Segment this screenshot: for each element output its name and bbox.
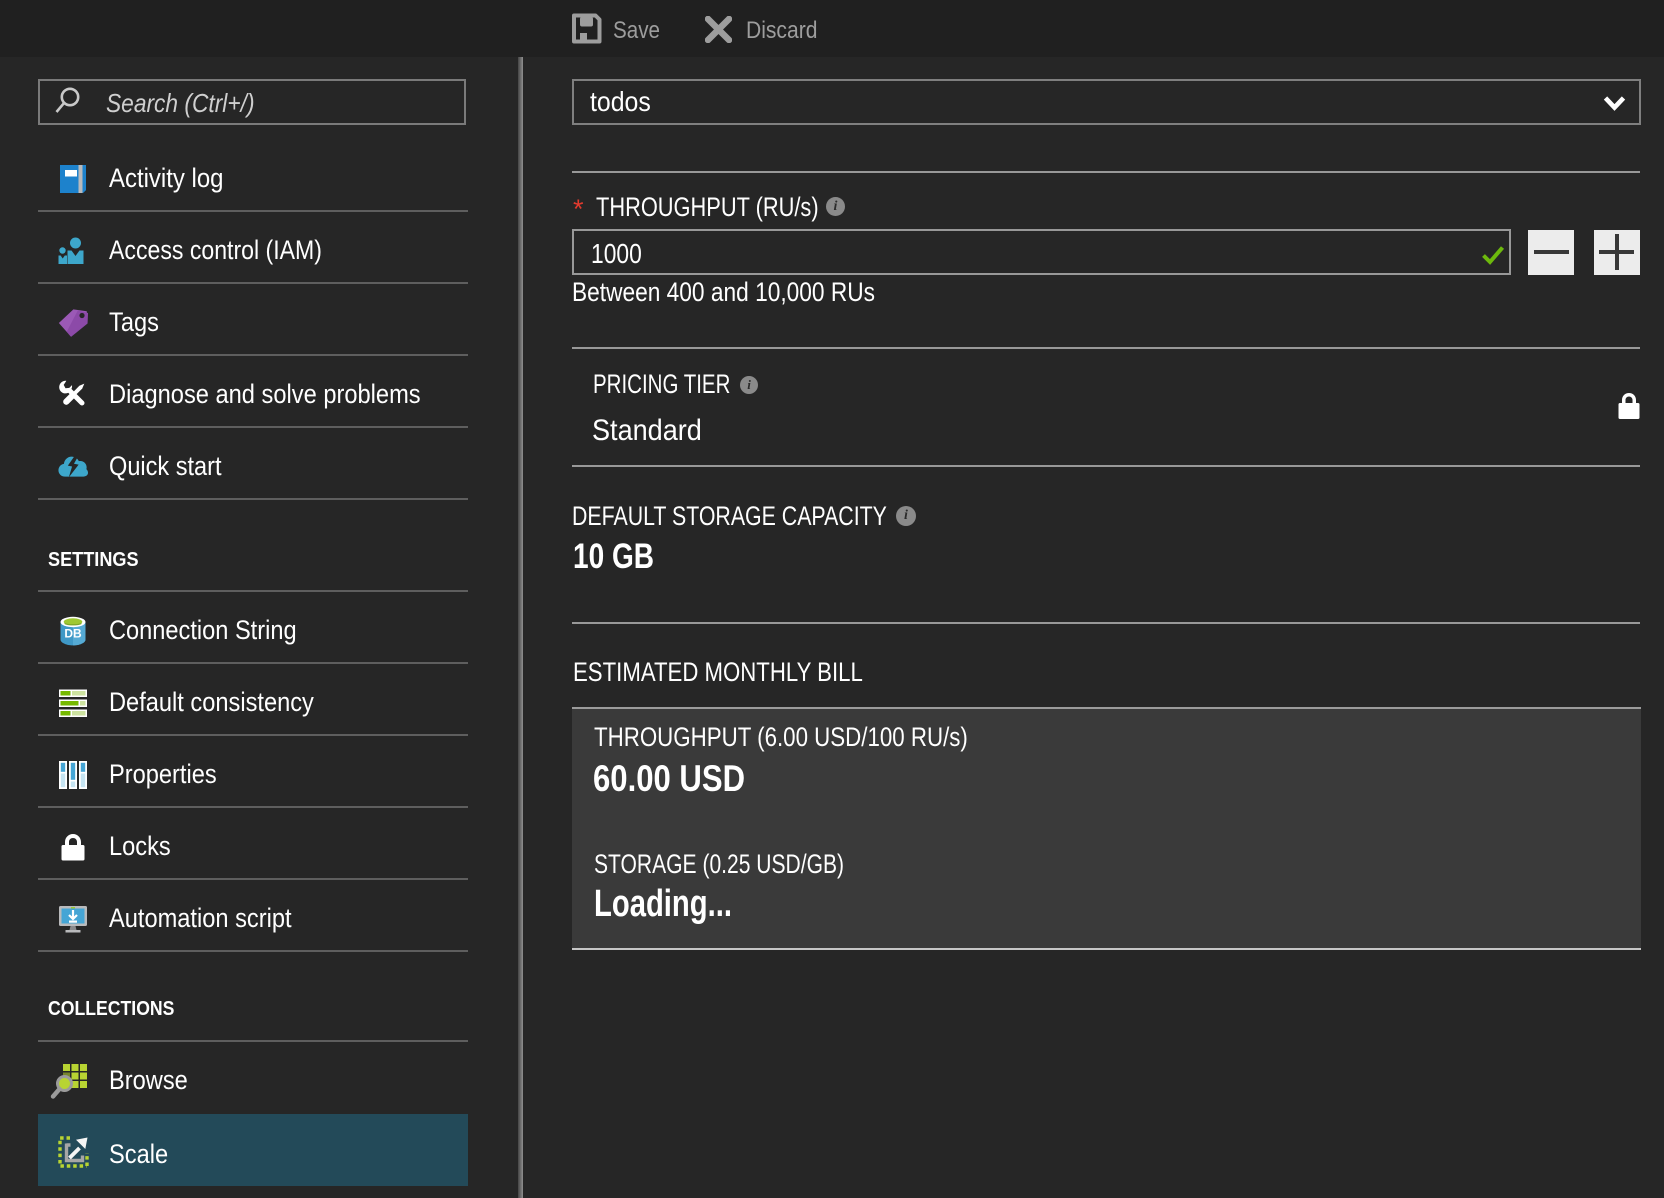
- svg-text:DB: DB: [64, 626, 82, 640]
